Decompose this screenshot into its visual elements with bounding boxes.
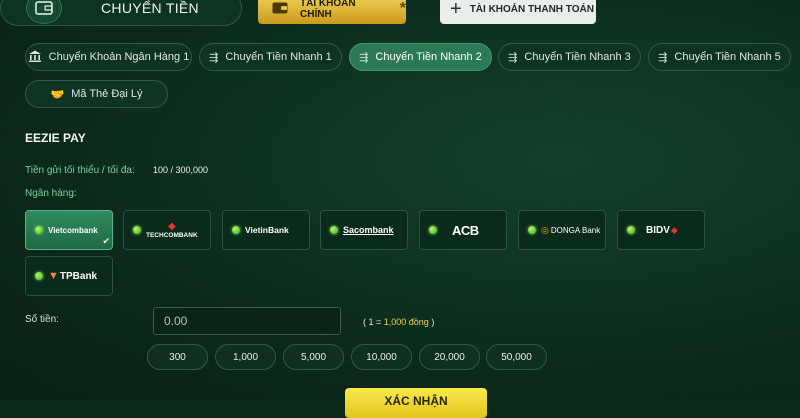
- exchange-rate: ( 1 = 1,000 đồng ): [363, 317, 434, 327]
- rate-suffix: ): [428, 317, 435, 327]
- bank-logo: VietinBank: [245, 225, 289, 235]
- bank-option-vietinbank[interactable]: VietinBank: [222, 210, 310, 250]
- techcombank-logo-icon: ◆: [167, 220, 176, 232]
- tab-fast-transfer-2[interactable]: ⇶ Chuyển Tiền Nhanh 2: [349, 43, 492, 71]
- main-account-label: TÀI KHOẢN CHÍNH: [300, 0, 356, 20]
- radio-indicator: [232, 226, 240, 234]
- wallet-icon: [272, 2, 288, 17]
- amount-label: Số tiền:: [25, 314, 59, 325]
- bank-logo: DONGA Bank: [550, 225, 601, 235]
- bank-logo: ACB: [452, 222, 479, 238]
- radio-indicator: [429, 226, 437, 234]
- tab-label: Chuyển Tiền Nhanh 1: [225, 51, 332, 63]
- quick-amount-300[interactable]: 300: [147, 344, 208, 370]
- bank-option-donga[interactable]: ◎ DONGA Bank: [518, 210, 606, 250]
- bank-logo: TPBank: [59, 270, 98, 282]
- plus-icon: +: [450, 0, 462, 20]
- bank-icon: [28, 50, 42, 65]
- tab-fast-transfer-3[interactable]: ⇶ Chuyển Tiền Nhanh 3: [498, 43, 641, 71]
- tab-bank-transfer-1[interactable]: Chuyển Khoản Ngân Hàng 1: [25, 43, 192, 71]
- page-title: CHUYỂN TIỀN: [101, 0, 199, 16]
- confirm-button[interactable]: XÁC NHẬN: [345, 388, 487, 418]
- radio-indicator: [35, 272, 43, 280]
- bank-label: Ngân hàng:: [25, 188, 77, 199]
- bank-option-acb[interactable]: ACB: [419, 210, 507, 250]
- donga-logo-icon: ◎: [541, 224, 549, 235]
- handshake-icon: 🤝: [50, 88, 65, 101]
- rate-prefix: ( 1 =: [363, 317, 384, 327]
- bank-logo: BIDV: [646, 224, 670, 236]
- section-title: EEZIE PAY: [25, 131, 86, 145]
- bank-option-sacombank[interactable]: Sacombank: [320, 210, 408, 250]
- bidv-logo-icon: ◆: [670, 224, 678, 235]
- check-icon: ✔: [102, 236, 110, 246]
- bank-logo: Vietcombank: [48, 225, 98, 235]
- quick-amount-20000[interactable]: 20,000: [419, 344, 480, 370]
- tpbank-logo-icon: ▼: [48, 270, 59, 282]
- radio-indicator: [133, 226, 141, 234]
- fast-transfer-icon: ⇶: [359, 51, 369, 64]
- fast-transfer-icon: ⇶: [209, 51, 219, 64]
- tab-label: Mã Thẻ Đại Lý: [71, 88, 143, 100]
- tab-label: Chuyển Tiền Nhanh 2: [375, 51, 482, 63]
- deposit-limits-label: Tiền gửi tối thiểu / tối đa:: [25, 165, 135, 176]
- tab-label: Chuyển Tiền Nhanh 3: [524, 51, 631, 63]
- payment-account-label: TÀI KHOẢN THANH TOÁN: [469, 3, 594, 15]
- quick-amount-50000[interactable]: 50,000: [486, 344, 547, 370]
- tab-agent-code[interactable]: 🤝 Mã Thẻ Đại Lý: [25, 80, 168, 108]
- fast-transfer-icon: ⇶: [508, 51, 518, 64]
- radio-indicator: [330, 226, 338, 234]
- tab-label: Chuyển Tiền Nhanh 5: [674, 51, 781, 63]
- bank-logo: TECHCOMBANK: [146, 231, 198, 239]
- rate-value: 1,000 đồng: [383, 317, 429, 327]
- quick-amount-10000[interactable]: 10,000: [351, 344, 412, 370]
- amount-input[interactable]: [153, 307, 341, 335]
- bank-option-techcombank[interactable]: ◆ TECHCOMBANK: [123, 210, 211, 250]
- bank-option-bidv[interactable]: BIDV ◆: [617, 210, 705, 250]
- bank-option-vietcombank[interactable]: Vietcombank ✔: [25, 210, 113, 250]
- radio-indicator: [35, 226, 43, 234]
- tab-fast-transfer-1[interactable]: ⇶ Chuyển Tiền Nhanh 1: [199, 43, 342, 71]
- bank-option-tpbank[interactable]: ▼ TPBank: [25, 256, 113, 296]
- bank-logo: Sacombank: [343, 225, 394, 235]
- deposit-limits-value: 100 / 300,000: [153, 165, 209, 175]
- payment-account-button[interactable]: + TÀI KHOẢN THANH TOÁN: [440, 0, 596, 24]
- fast-transfer-icon: ⇶: [658, 51, 668, 64]
- tab-fast-transfer-5[interactable]: ⇶ Chuyển Tiền Nhanh 5: [648, 43, 791, 71]
- quick-amount-1000[interactable]: 1,000: [215, 344, 276, 370]
- main-account-button[interactable]: TÀI KHOẢN CHÍNH *: [258, 0, 406, 24]
- quick-amount-5000[interactable]: 5,000: [283, 344, 344, 370]
- tab-label: Chuyển Khoản Ngân Hàng 1: [48, 51, 190, 63]
- radio-indicator: [528, 226, 536, 234]
- radio-indicator: [627, 226, 635, 234]
- main-account-star: *: [399, 0, 406, 17]
